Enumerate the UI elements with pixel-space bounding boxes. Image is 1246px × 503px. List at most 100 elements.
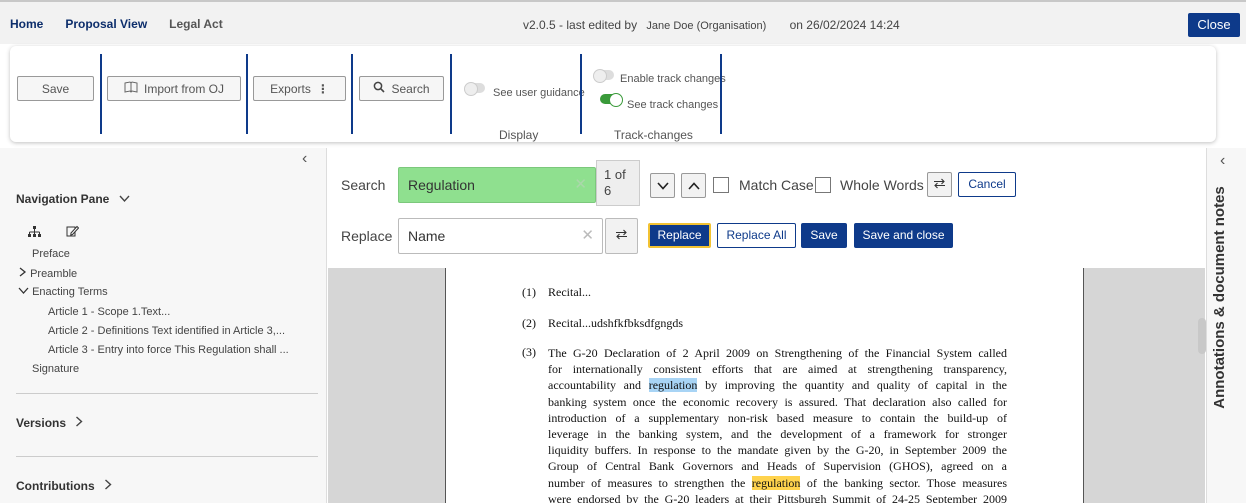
previous-match-button[interactable] <box>681 173 706 198</box>
enable-track-changes-label: Enable track changes <box>620 73 726 85</box>
see-track-changes-label: See track changes <box>627 99 719 111</box>
top-nav: Home Proposal View Legal Act <box>10 17 245 31</box>
match-case-label: Match Case <box>739 177 814 193</box>
text-line: were endorsed by the G-20 leaders at the… <box>548 491 1007 503</box>
nav-home[interactable]: Home <box>10 17 43 31</box>
document-scrollbar[interactable] <box>1198 318 1206 354</box>
exports-button[interactable]: Exports ⋮ <box>253 76 346 101</box>
recital-text: Recital...udshfkfbksdfgngds <box>548 316 683 330</box>
versions-section[interactable]: Versions <box>16 416 83 430</box>
chevron-down-icon <box>656 179 669 193</box>
document-viewer: (1) Recital... (2) Recital...udshfkfbksd… <box>328 268 1205 503</box>
pane-divider <box>16 456 318 457</box>
versions-title: Versions <box>16 416 67 430</box>
search-replace-panel: Search Regulation ✕ 1 of 6 Match Case Wh… <box>328 148 1205 268</box>
chevron-right-icon <box>18 267 27 280</box>
import-button-label: Import from OJ <box>143 81 224 96</box>
toolbar-divider <box>351 54 353 134</box>
navigation-pane-title[interactable]: Navigation Pane <box>16 192 130 206</box>
match-counter-line1: 1 of <box>604 167 626 182</box>
contributions-title: Contributions <box>16 479 95 493</box>
replace-all-button[interactable]: Replace All <box>717 223 796 248</box>
chevron-right-icon <box>104 479 112 493</box>
text-line: Group of Central Bank Governors and Head… <box>548 459 1007 474</box>
chevron-right-icon <box>75 416 83 430</box>
nav-item-enacting-terms[interactable]: Enacting Terms <box>18 286 108 298</box>
match-counter-line2: 6 <box>604 183 612 198</box>
recital-number: (1) <box>522 285 536 299</box>
search-button[interactable]: Search <box>359 76 444 101</box>
cancel-button[interactable]: Cancel <box>958 172 1016 197</box>
tree-structure-icon[interactable] <box>28 226 41 241</box>
current-match-highlight: regulation <box>648 378 698 393</box>
search-input-value: Regulation <box>408 177 475 193</box>
track-changes-group-label: Track-changes <box>614 128 693 142</box>
navigation-pane: ‹ Navigation Pane Preface Preamble Enact… <box>0 148 327 503</box>
clear-replace-icon[interactable]: ✕ <box>581 219 594 253</box>
match-case-checkbox[interactable] <box>713 177 729 193</box>
save-button[interactable]: Save <box>17 76 94 101</box>
document-page: (1) Recital... (2) Recital...udshfkfbksd… <box>445 268 1084 503</box>
whole-words-checkbox[interactable] <box>815 177 831 193</box>
nav-item-article-3[interactable]: Article 3 - Entry into force This Regula… <box>48 344 289 356</box>
collapse-pane-icon[interactable]: ‹ <box>302 150 307 168</box>
match-highlight: regulation <box>751 475 801 490</box>
replace-input-value: Name <box>408 228 446 244</box>
save-changes-button[interactable]: Save <box>801 223 847 248</box>
replace-button[interactable]: Replace <box>648 223 711 248</box>
toolbar-divider <box>246 54 248 134</box>
save-and-close-button[interactable]: Save and close <box>854 223 953 248</box>
match-counter: 1 of 6 <box>596 160 640 206</box>
text-line: number of measures to strengthen the reg… <box>548 475 1007 491</box>
nav-item-preface[interactable]: Preface <box>32 248 70 260</box>
annotations-panel[interactable]: ‹ Annotations & document notes <box>1206 148 1246 503</box>
clear-search-icon[interactable]: ✕ <box>574 168 587 202</box>
see-track-changes-toggle[interactable] <box>600 93 623 107</box>
text-line: banking system once the economic recover… <box>548 394 1007 409</box>
replace-input[interactable]: Name ✕ <box>398 218 603 254</box>
recital-number: (3) <box>522 345 536 359</box>
import-from-oj-button[interactable]: Import from OJ <box>107 76 241 101</box>
nav-item-enacting-terms-label: Enacting Terms <box>32 286 108 298</box>
close-button[interactable]: Close <box>1188 13 1240 37</box>
next-match-button[interactable] <box>650 173 675 198</box>
nav-item-signature[interactable]: Signature <box>32 363 79 375</box>
toolbar-divider <box>450 54 452 134</box>
search-button-label: Search <box>391 81 430 96</box>
enable-track-changes-toggle[interactable] <box>593 69 614 83</box>
search-field-label: Search <box>341 177 386 193</box>
toolbar-divider <box>580 54 582 134</box>
swap-arrows-icon <box>933 178 946 192</box>
version-info: v2.0.5 - last edited by Jane Doe (Organi… <box>523 18 900 32</box>
see-user-guidance-toggle[interactable] <box>464 82 485 96</box>
text-line: The G-20 Declaration of 2 April 2009 on … <box>548 346 1007 360</box>
replace-field-label: Replace <box>341 228 393 244</box>
contributions-section[interactable]: Contributions <box>16 479 112 493</box>
recital-text: Recital... <box>548 285 591 299</box>
version-label: v2.0.5 - last edited by <box>523 18 638 32</box>
text-line: introduction of a supplementary non-risk… <box>548 410 1007 425</box>
navigation-pane-title-text: Navigation Pane <box>16 192 110 206</box>
nav-item-article-1[interactable]: Article 1 - Scope 1.Text... <box>48 306 170 318</box>
swap-button[interactable] <box>927 172 952 197</box>
chevron-up-icon <box>687 179 700 193</box>
text-line: leverage in the banking system, and the … <box>548 427 1007 442</box>
text-span: accountability and <box>548 378 642 393</box>
chevron-down-icon <box>119 192 130 206</box>
nav-item-article-2[interactable]: Article 2 - Definitions Text identified … <box>48 325 285 337</box>
search-input[interactable]: Regulation ✕ <box>398 167 596 203</box>
toolbar-divider <box>100 54 102 134</box>
nav-legal-act[interactable]: Legal Act <box>169 17 223 31</box>
exports-button-label: Exports <box>270 81 311 96</box>
swap-replace-button[interactable] <box>605 218 638 254</box>
edit-icon[interactable] <box>66 225 80 240</box>
top-bar: Home Proposal View Legal Act v2.0.5 - la… <box>0 0 1246 44</box>
nav-item-preamble[interactable]: Preamble <box>18 267 77 280</box>
nav-proposal-view[interactable]: Proposal View <box>65 17 147 31</box>
toolbar-divider <box>720 54 722 134</box>
last-editor: Jane Doe (Organisation) <box>646 20 767 32</box>
text-line: accountability and regulation by improvi… <box>548 377 1007 393</box>
recital-number: (2) <box>522 316 536 330</box>
text-line: liquidity buffers. In response to the ma… <box>548 443 1007 458</box>
recital-3-text: The G-20 Declaration of 2 April 2009 on … <box>548 345 1007 503</box>
